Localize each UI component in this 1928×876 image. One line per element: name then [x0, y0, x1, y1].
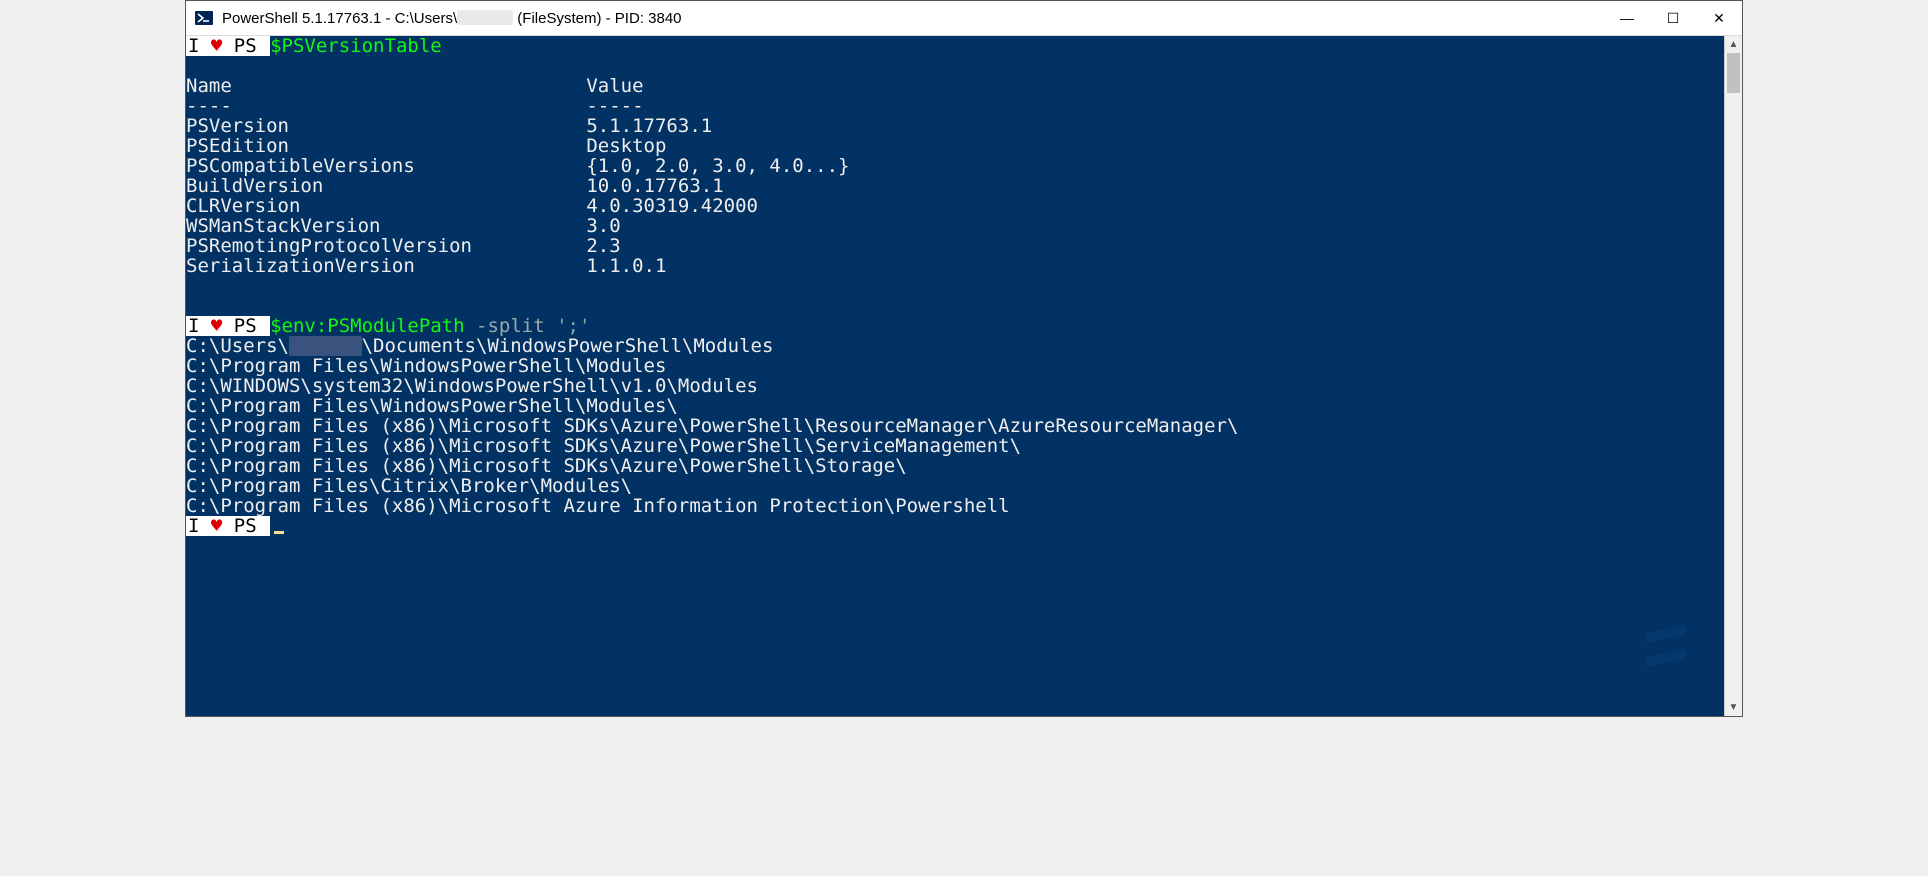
- command-line: I ♥ PS $env:PSModulePath -split ';': [186, 316, 1724, 336]
- output-path: C:\Program Files (x86)\Microsoft SDKs\Az…: [186, 416, 1724, 436]
- title-bar[interactable]: PowerShell 5.1.17763.1 - C:\Users\ (File…: [186, 1, 1742, 36]
- output-row: PSEdition Desktop: [186, 136, 1724, 156]
- output-divider: ---- -----: [186, 96, 1724, 116]
- output-row: PSRemotingProtocolVersion 2.3: [186, 236, 1724, 256]
- output-path: C:\Program Files\WindowsPowerShell\Modul…: [186, 356, 1724, 376]
- terminal-viewport[interactable]: I ♥ PS $PSVersionTable Name Value---- ---…: [186, 36, 1724, 716]
- close-button[interactable]: ✕: [1696, 1, 1742, 35]
- command-operator: -split: [465, 315, 557, 337]
- watermark-logo-icon: [1634, 613, 1698, 680]
- output-path: C:\Program Files\Citrix\Broker\Modules\: [186, 476, 1724, 496]
- text-cursor: [274, 531, 284, 534]
- command-string: ';': [556, 315, 590, 337]
- output-path: C:\Program Files (x86)\Microsoft SDKs\Az…: [186, 456, 1724, 476]
- client-area: I ♥ PS $PSVersionTable Name Value---- ---…: [186, 36, 1742, 716]
- minimize-button[interactable]: —: [1604, 1, 1650, 35]
- maximize-icon: ☐: [1667, 10, 1680, 27]
- command-line: I ♥ PS $PSVersionTable: [186, 36, 1724, 56]
- output-path: C:\Program Files (x86)\Microsoft SDKs\Az…: [186, 436, 1724, 456]
- scroll-track[interactable]: [1725, 53, 1742, 699]
- prompt-badge: I ♥ PS: [186, 516, 270, 536]
- minimize-icon: —: [1620, 10, 1634, 26]
- output-row: PSCompatibleVersions {1.0, 2.0, 3.0, 4.0…: [186, 156, 1724, 176]
- output-row: SerializationVersion 1.1.0.1: [186, 256, 1724, 276]
- heart-icon: ♥: [211, 515, 222, 537]
- command-text: $PSVersionTable: [270, 36, 442, 57]
- prompt-badge: I ♥ PS: [186, 316, 270, 336]
- window-title: PowerShell 5.1.17763.1 - C:\Users\ (File…: [222, 10, 682, 27]
- close-icon: ✕: [1713, 10, 1725, 27]
- chevron-up-icon: ▲: [1729, 39, 1739, 50]
- prompt-badge: I ♥ PS: [186, 36, 270, 56]
- window: PowerShell 5.1.17763.1 - C:\Users\ (File…: [185, 0, 1743, 717]
- output-path: C:\Users\xxxxxx\Documents\WindowsPowerSh…: [186, 336, 1724, 356]
- output-row: CLRVersion 4.0.30319.42000: [186, 196, 1724, 216]
- maximize-button[interactable]: ☐: [1650, 1, 1696, 35]
- heart-icon: ♥: [211, 36, 222, 57]
- command-text: $env:PSModulePath: [270, 315, 464, 337]
- redacted-username: xxxxxx: [289, 336, 362, 356]
- title-redacted-username: [457, 10, 513, 25]
- output-row: WSManStackVersion 3.0: [186, 216, 1724, 236]
- powershell-icon: [194, 8, 214, 28]
- prompt-ready: I ♥ PS: [186, 516, 1724, 536]
- output-row: PSVersion 5.1.17763.1: [186, 116, 1724, 136]
- chevron-down-icon: ▼: [1729, 702, 1739, 713]
- heart-icon: ♥: [211, 315, 222, 337]
- scroll-up-button[interactable]: ▲: [1725, 36, 1742, 53]
- vertical-scrollbar[interactable]: ▲ ▼: [1724, 36, 1742, 716]
- output-row: BuildVersion 10.0.17763.1: [186, 176, 1724, 196]
- output-path: C:\Program Files\WindowsPowerShell\Modul…: [186, 396, 1724, 416]
- title-suffix: (FileSystem) - PID: 3840: [513, 10, 681, 27]
- scroll-down-button[interactable]: ▼: [1725, 699, 1742, 716]
- output-path: C:\WINDOWS\system32\WindowsPowerShell\v1…: [186, 376, 1724, 396]
- output-path: C:\Program Files (x86)\Microsoft Azure I…: [186, 496, 1724, 516]
- scroll-thumb[interactable]: [1727, 53, 1740, 93]
- output-header: Name Value: [186, 76, 1724, 96]
- title-prefix: PowerShell 5.1.17763.1 - C:\Users\: [222, 10, 457, 27]
